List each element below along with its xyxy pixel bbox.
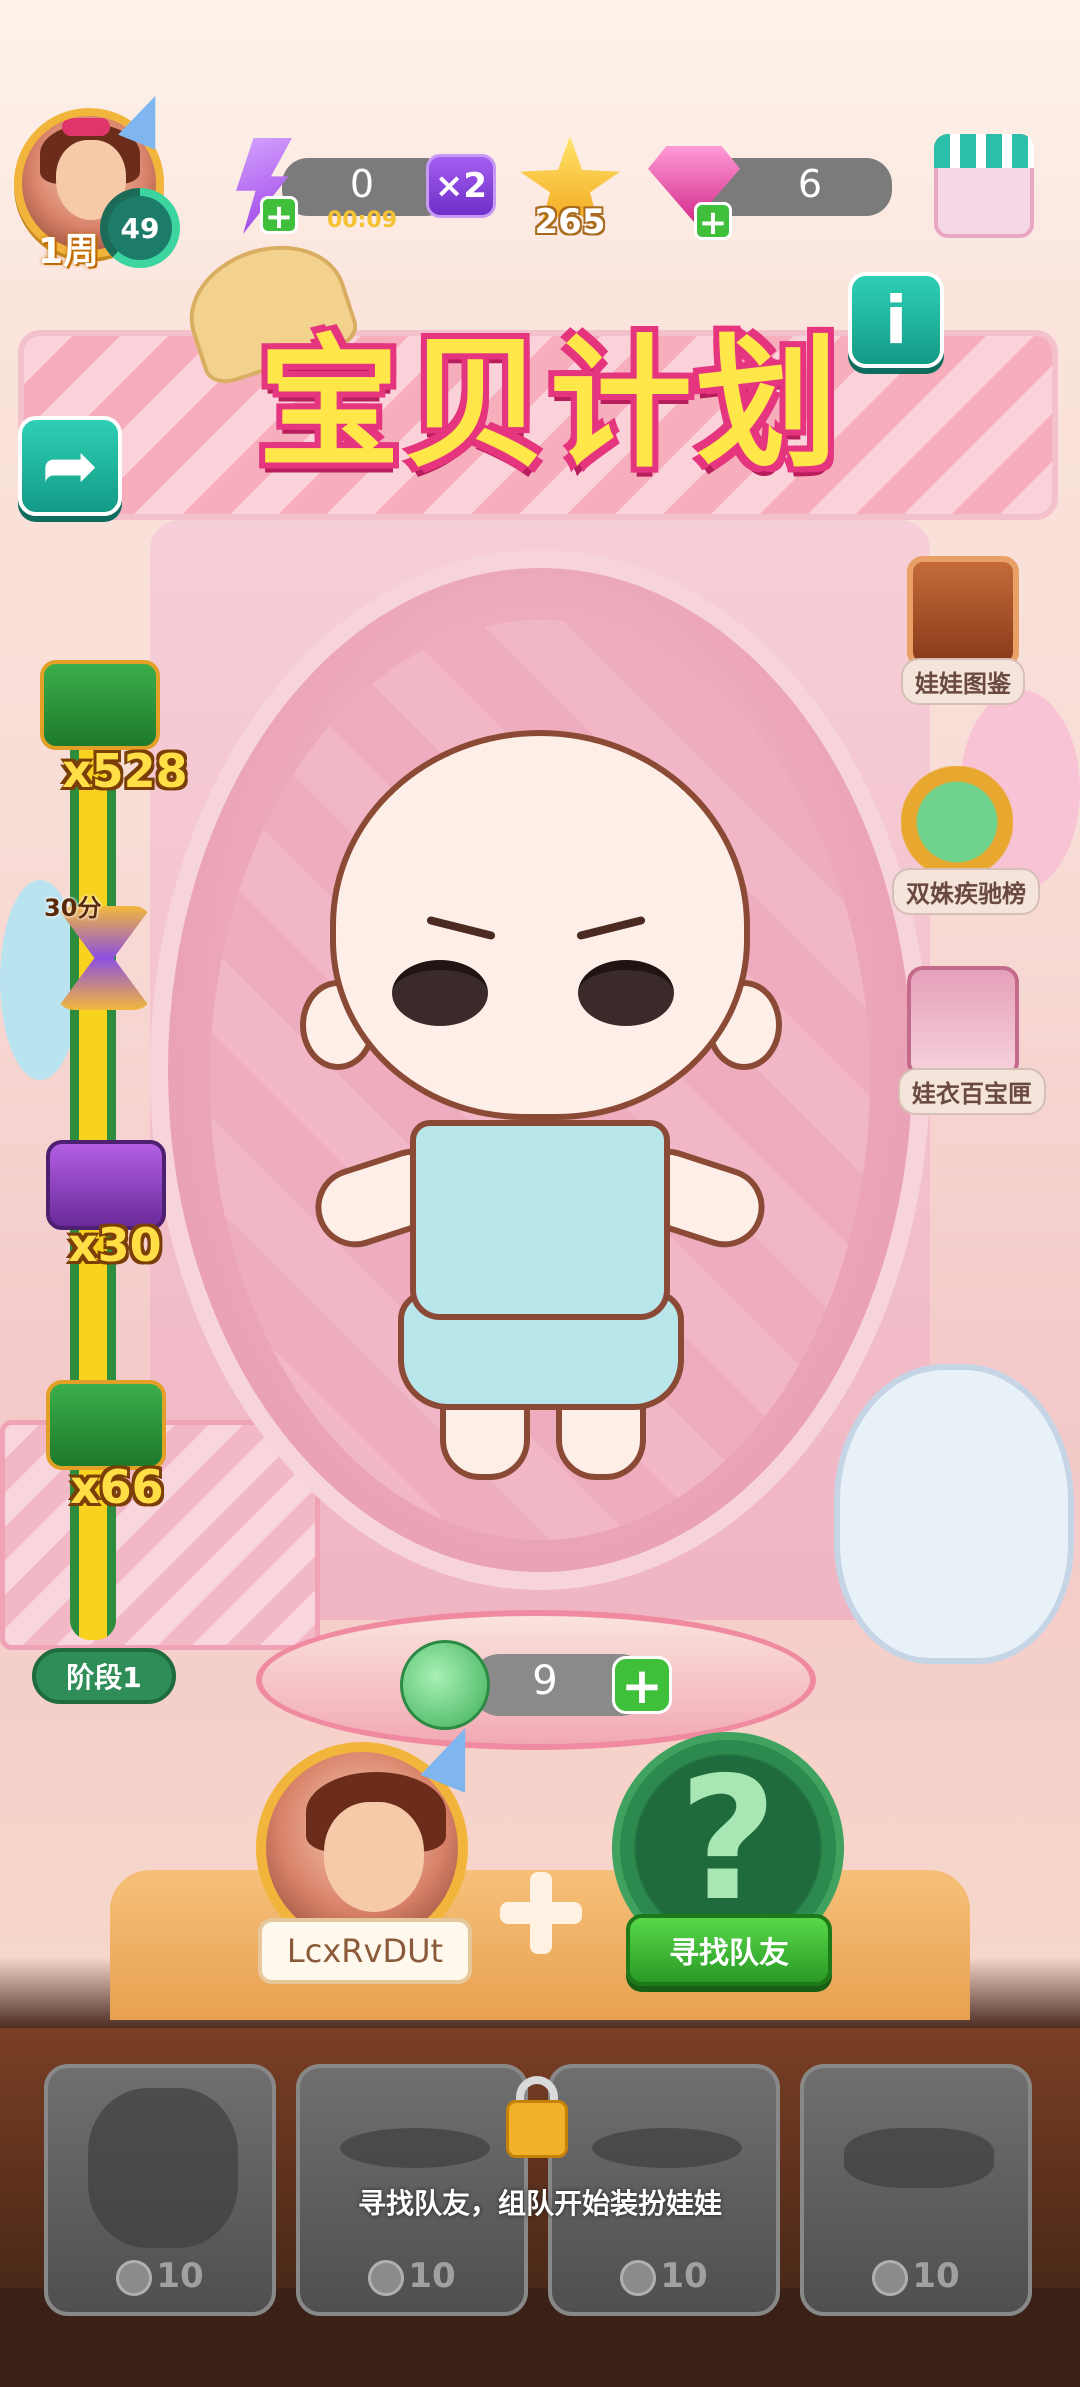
doll-frame-icon xyxy=(907,556,1019,668)
shop-awning xyxy=(934,134,1034,168)
side-item-doll-catalog[interactable]: 娃娃图鉴 xyxy=(898,556,1028,705)
energy-value: 0 xyxy=(349,162,375,206)
yarn-count: 9 xyxy=(532,1658,558,1704)
teddy-bear-decoration xyxy=(834,1364,1074,1664)
gem-count: 6 xyxy=(797,162,823,206)
yarn-coin-icon xyxy=(116,2259,153,2296)
reward-count: x30 xyxy=(68,1218,162,1272)
yarn-ball-icon xyxy=(400,1640,490,1730)
lock-icon xyxy=(506,2100,568,2158)
week-badge: 1周 xyxy=(38,231,100,272)
energy-timer: 00:09 xyxy=(326,208,398,233)
eyes-item-icon xyxy=(844,2128,994,2188)
hourglass-timer-label: 30分 xyxy=(44,894,102,922)
reward-chest-icon[interactable] xyxy=(46,1140,166,1230)
player-name-tag: LcxRvDUt xyxy=(258,1918,472,1984)
yarn-coin-icon xyxy=(368,2259,405,2296)
star-count: 265 xyxy=(534,202,606,242)
plus-icon xyxy=(496,1868,586,1958)
gem-plus-button[interactable]: + xyxy=(694,202,732,241)
hair-item-icon xyxy=(88,2088,238,2248)
slot-cost: 10 xyxy=(552,2256,776,2296)
blush-item-icon xyxy=(592,2128,742,2168)
yarn-plus-button[interactable]: + xyxy=(612,1656,672,1714)
reward-count: x528 xyxy=(62,744,188,798)
side-item-label: 娃娃图鉴 xyxy=(901,658,1025,705)
yarn-trophy-icon xyxy=(901,766,1013,878)
level-ring: 49 xyxy=(100,188,180,268)
wardrobe-icon xyxy=(907,966,1019,1078)
side-item-label: 双姝疾驰榜 xyxy=(892,868,1040,915)
reward-count: x66 xyxy=(70,1460,164,1514)
level-value: 49 xyxy=(108,196,172,260)
slot-cost: 10 xyxy=(804,2256,1028,2296)
avatar-bow xyxy=(62,118,110,136)
find-teammate-button[interactable]: 寻找队友 xyxy=(626,1914,832,1986)
side-item-wardrobe[interactable]: 娃衣百宝匣 xyxy=(898,966,1046,1115)
side-item-label: 娃衣百宝匣 xyxy=(898,1068,1046,1115)
reward-chest-icon[interactable] xyxy=(46,1380,166,1470)
doll-top xyxy=(410,1120,670,1320)
doll-eye-right xyxy=(578,960,674,1026)
lock-hint-text: 寻找队友，组队开始装扮娃娃 xyxy=(357,2187,722,2220)
mouth-item-icon xyxy=(340,2128,490,2168)
avatar-face xyxy=(324,1802,424,1912)
page-title: 宝贝计划 xyxy=(258,322,842,487)
reward-chest-icon[interactable] xyxy=(40,660,160,750)
yarn-coin-icon xyxy=(620,2259,657,2296)
back-button[interactable]: ➦ xyxy=(18,416,122,516)
side-item-leaderboard[interactable]: 双姝疾驰榜 xyxy=(892,766,1040,915)
doll-eye-left xyxy=(392,960,488,1026)
slot-cost: 10 xyxy=(48,2256,272,2296)
slot-cost: 10 xyxy=(300,2256,524,2296)
info-button[interactable]: i xyxy=(848,272,944,368)
doll-head[interactable] xyxy=(330,730,750,1120)
multiplier-button[interactable]: ×2 xyxy=(426,154,496,218)
stage-label: 阶段1 xyxy=(32,1648,176,1704)
question-mark-icon: ? xyxy=(678,1741,778,1939)
yarn-coin-icon xyxy=(872,2259,909,2296)
